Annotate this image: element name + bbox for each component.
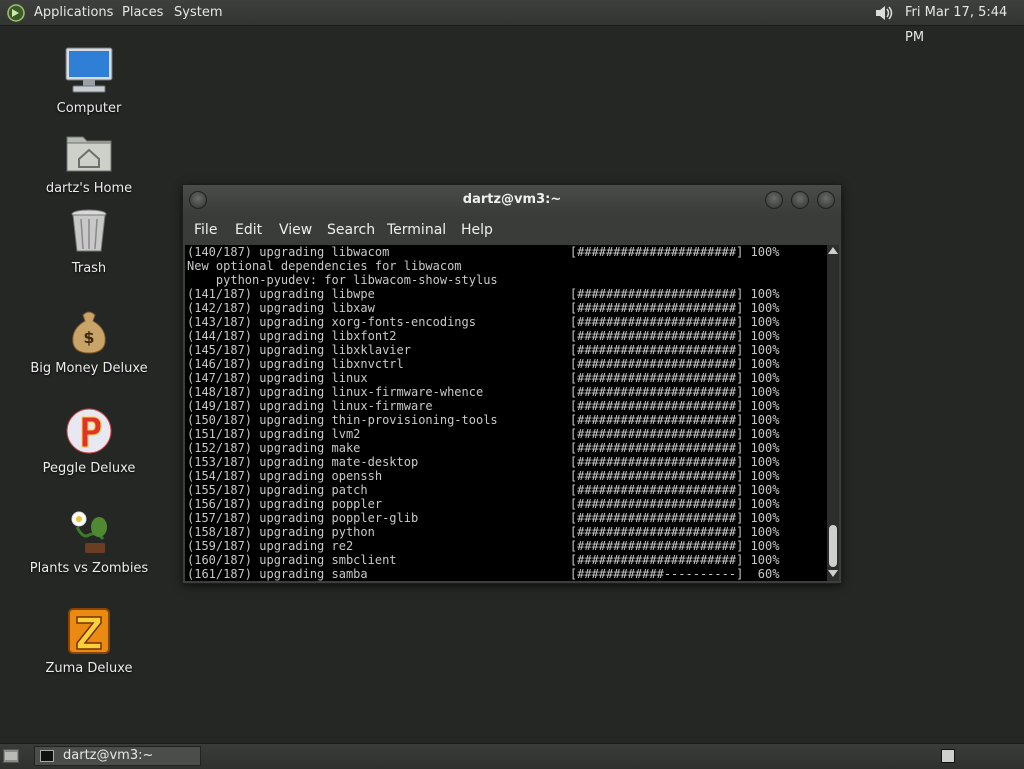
close-button[interactable] [817,191,835,209]
desktop-icon-label: Trash [71,261,107,276]
terminal-line: (147/187) upgrading linux [#############… [187,371,780,385]
menu-file[interactable]: File [194,215,217,245]
terminal-menubar: File Edit View Search Terminal Help [183,215,841,245]
computer-icon [63,45,115,97]
desktop-icon-zuma[interactable]: Zuma Deluxe [24,605,154,676]
zuma-icon [63,605,115,657]
desktop-icon-label: Zuma Deluxe [45,661,133,676]
trash-icon [63,205,115,257]
terminal-line: (146/187) upgrading libxnvctrl [########… [187,357,780,371]
bottom-panel: dartz@vm3:~ [0,743,1024,769]
terminal-line: (158/187) upgrading python [############… [187,525,780,539]
desktop-icon-label: Plants vs Zombies [29,561,149,576]
menu-terminal[interactable]: Terminal [387,215,446,245]
terminal-line: (145/187) upgrading libxklavier [#######… [187,343,780,357]
peggle-icon [63,405,115,457]
terminal-line: (157/187) upgrading poppler-glib [######… [187,511,780,525]
menu-help[interactable]: Help [461,215,493,245]
scroll-up-arrow-icon[interactable] [828,247,838,254]
top-panel: Applications Places System Fri Mar 17, 5… [0,0,1024,45]
terminal-line: (148/187) upgrading linux-firmware-whenc… [187,385,780,399]
terminal-icon [40,750,54,762]
terminal-line: (141/187) upgrading libwpe [############… [187,287,780,301]
menu-search[interactable]: Search [327,215,375,245]
terminal-line: (140/187) upgrading libwacom [##########… [187,245,780,259]
terminal-line: (153/187) upgrading mate-desktop [######… [187,455,780,469]
system-menu[interactable]: System [174,0,222,25]
menu-view[interactable]: View [279,215,312,245]
terminal-output[interactable]: (140/187) upgrading libwacom [##########… [185,245,827,581]
desktop-icon-plants-vs-zombies[interactable]: Plants vs Zombies [24,505,154,576]
maximize-button[interactable] [791,191,809,209]
desktop-icon-label: Peggle Deluxe [42,461,136,476]
places-menu[interactable]: Places [122,0,163,25]
scroll-down-arrow-icon[interactable] [828,570,838,577]
desktop-icon-home[interactable]: dartz's Home [24,125,154,196]
terminal-line: (161/187) upgrading samba [############-… [187,567,780,581]
mate-logo-icon[interactable] [6,3,26,23]
minimize-button[interactable] [765,191,783,209]
terminal-line: (160/187) upgrading smbclient [#########… [187,553,780,567]
desktop-icon-label: dartz's Home [45,181,133,196]
desktop-icon-label: Computer [56,101,122,116]
terminal-titlebar[interactable]: dartz@vm3:~ [183,185,841,215]
terminal-line: (152/187) upgrading make [##############… [187,441,780,455]
taskbar-terminal-button[interactable]: dartz@vm3:~ [34,746,201,766]
desktop-icon-peggle[interactable]: Peggle Deluxe [24,405,154,476]
workspace-switcher[interactable] [941,749,955,763]
desktop-icon-trash[interactable]: Trash [24,205,154,276]
terminal-window: dartz@vm3:~ File Edit View Search Termin… [182,184,842,584]
svg-text:$: $ [83,328,94,347]
terminal-line: (155/187) upgrading patch [#############… [187,483,780,497]
terminal-scrollbar[interactable] [827,245,839,581]
terminal-line: (159/187) upgrading re2 [###############… [187,539,780,553]
plants-vs-zombies-icon [63,505,115,557]
desktop-icon-big-money[interactable]: $ Big Money Deluxe [24,305,154,376]
volume-icon[interactable] [873,2,895,24]
terminal-line: (154/187) upgrading openssh [###########… [187,469,780,483]
show-desktop-icon[interactable] [3,749,19,763]
terminal-line: (142/187) upgrading libxaw [############… [187,301,780,315]
terminal-line: (156/187) upgrading poppler [###########… [187,497,780,511]
home-folder-icon [63,125,115,177]
terminal-line: (150/187) upgrading thin-provisioning-to… [187,413,780,427]
money-bag-icon: $ [63,305,115,357]
terminal-line: python-pyudev: for libwacom-show-stylus [187,273,498,287]
terminal-line: (143/187) upgrading xorg-fonts-encodings… [187,315,780,329]
terminal-line: (144/187) upgrading libxfont2 [#########… [187,329,780,343]
window-title: dartz@vm3:~ [462,192,562,207]
terminal-line: New optional dependencies for libwacom [187,259,462,273]
taskbar-label: dartz@vm3:~ [63,748,154,763]
desktop-icon-label: Big Money Deluxe [30,361,148,376]
menu-edit[interactable]: Edit [235,215,262,245]
terminal-line: (151/187) upgrading lvm2 [##############… [187,427,780,441]
terminal-lines: (140/187) upgrading libwacom [##########… [187,245,827,581]
clock[interactable]: Fri Mar 17, 5:44 PM [905,0,1024,45]
scrollbar-thumb[interactable] [829,525,837,567]
applications-menu[interactable]: Applications [34,0,113,25]
desktop-icon-computer[interactable]: Computer [24,45,154,116]
terminal-line: (149/187) upgrading linux-firmware [####… [187,399,780,413]
